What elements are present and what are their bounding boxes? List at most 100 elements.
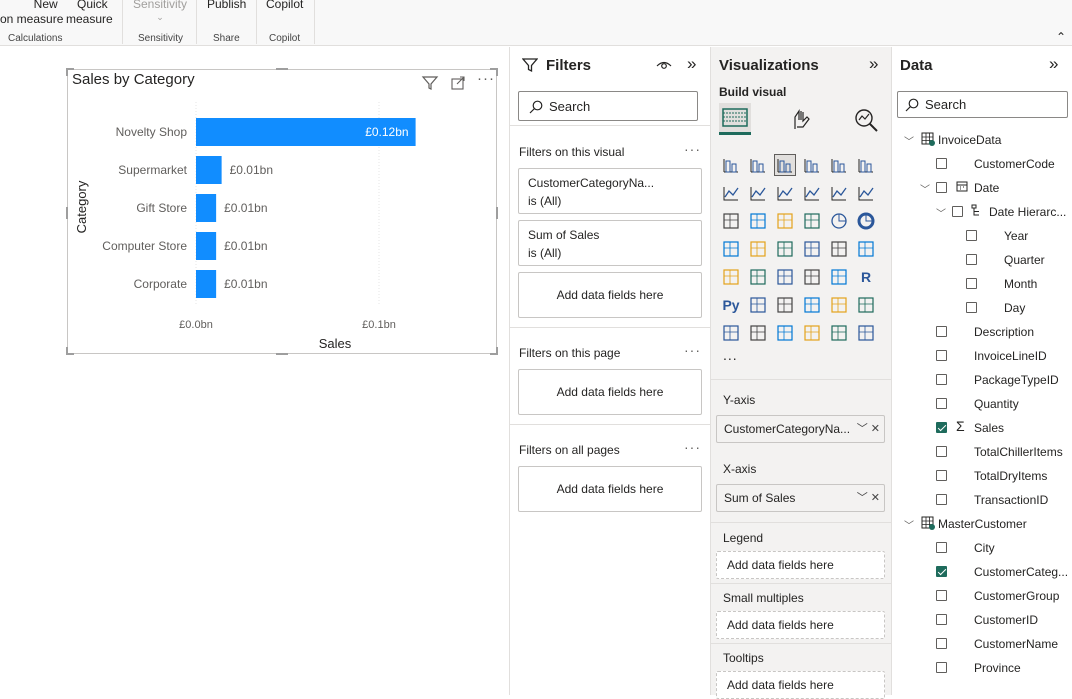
field-province[interactable]: Province <box>974 661 1021 675</box>
field-invoicelineid[interactable]: InvoiceLineID <box>974 349 1047 363</box>
remove-field-icon[interactable]: ✕ <box>871 423 880 435</box>
x-axis-field-well[interactable]: Sum of Sales ﹀ ✕ <box>716 484 885 512</box>
field-checkbox[interactable] <box>936 614 947 625</box>
field-sales[interactable]: Sales <box>974 421 1004 435</box>
filled-map-icon[interactable] <box>775 239 795 259</box>
decomposition-tree-icon[interactable] <box>775 295 795 315</box>
chevron-down-icon[interactable]: ﹀ <box>857 423 868 435</box>
chevron-down-icon[interactable]: ﹀ <box>936 205 946 220</box>
publish-button[interactable]: Publish <box>207 0 246 12</box>
build-visual-tab[interactable] <box>719 103 751 135</box>
narrative-icon[interactable] <box>829 295 849 315</box>
field-checkbox-checked[interactable] <box>936 422 947 433</box>
clustered-column-chart-icon[interactable] <box>802 155 822 175</box>
more-forms-icon[interactable] <box>856 323 876 343</box>
100-stacked-column-chart-icon[interactable] <box>856 155 876 175</box>
field-quarter[interactable]: Quarter <box>1004 253 1045 267</box>
field-checkbox[interactable] <box>936 398 947 409</box>
qa-icon[interactable] <box>802 295 822 315</box>
field-checkbox[interactable] <box>936 446 947 457</box>
ribbon-chart-icon[interactable] <box>721 211 741 231</box>
table-icon[interactable] <box>802 267 822 287</box>
power-automate-icon[interactable] <box>775 323 795 343</box>
field-checkbox[interactable] <box>966 230 977 241</box>
field-date-hierarchy[interactable]: Date Hierarc... <box>989 205 1066 219</box>
field-customerid[interactable]: CustomerID <box>974 613 1038 627</box>
funnel-chart-icon[interactable] <box>775 211 795 231</box>
filter-card[interactable]: Sum of Sales is (All) <box>518 220 702 266</box>
field-year[interactable]: Year <box>1004 229 1028 243</box>
field-checkbox[interactable] <box>936 182 947 193</box>
azure-map-icon[interactable] <box>802 239 822 259</box>
more-visuals-icon[interactable]: ... <box>723 347 738 363</box>
line-chart-icon[interactable] <box>721 183 741 203</box>
field-description[interactable]: Description <box>974 325 1034 339</box>
field-totalchilleritems[interactable]: TotalChillerItems <box>974 445 1063 459</box>
paginated-report-icon[interactable] <box>721 323 741 343</box>
field-city[interactable]: City <box>974 541 995 555</box>
matrix-icon[interactable] <box>829 267 849 287</box>
field-checkbox[interactable] <box>952 206 963 217</box>
filters-search-input[interactable]: Search <box>518 91 698 121</box>
card-icon[interactable] <box>856 239 876 259</box>
power-apps-icon[interactable] <box>748 323 768 343</box>
key-influencers-icon[interactable] <box>748 295 768 315</box>
table-mastercustomer[interactable]: MasterCustomer <box>938 517 1027 531</box>
100-stacked-area-chart-icon[interactable] <box>802 183 822 203</box>
waterfall-chart-icon[interactable] <box>748 211 768 231</box>
field-customercode[interactable]: CustomerCode <box>974 157 1055 171</box>
arcgis-map-icon[interactable] <box>802 323 822 343</box>
collapse-ribbon-icon[interactable]: ⌃ <box>1056 30 1066 44</box>
clustered-bar-chart-icon[interactable] <box>774 154 796 176</box>
100-stacked-bar-chart-icon[interactable] <box>829 155 849 175</box>
field-checkbox[interactable] <box>966 278 977 289</box>
new-measure-button[interactable]: New on measure <box>0 0 63 27</box>
add-data-fields-drop[interactable]: Add data fields here <box>518 272 702 318</box>
field-quantity[interactable]: Quantity <box>974 397 1019 411</box>
field-checkbox[interactable] <box>936 662 947 673</box>
small-multiples-drop-well[interactable]: Add data fields here <box>716 611 885 639</box>
field-checkbox[interactable] <box>966 302 977 313</box>
kpi-icon[interactable] <box>748 267 768 287</box>
scatter-chart-icon[interactable] <box>802 211 822 231</box>
chevron-down-icon[interactable]: ﹀ <box>904 133 914 148</box>
more-options-icon[interactable]: ··· <box>684 141 701 157</box>
map-icon[interactable] <box>748 239 768 259</box>
stacked-column-chart-icon[interactable] <box>748 155 768 175</box>
gauge-icon[interactable] <box>829 239 849 259</box>
r-visual-icon[interactable]: R <box>856 267 876 287</box>
y-axis-field-well[interactable]: CustomerCategoryNa... ﹀ ✕ <box>716 415 885 443</box>
more-options-icon[interactable]: ··· <box>684 439 701 455</box>
add-data-fields-drop[interactable]: Add data fields here <box>518 369 702 415</box>
slicer-icon[interactable] <box>775 267 795 287</box>
chevron-down-icon[interactable]: ﹀ <box>857 492 868 504</box>
donut-chart-icon[interactable] <box>856 211 876 231</box>
field-checkbox[interactable] <box>936 158 947 169</box>
field-transactionid[interactable]: TransactionID <box>974 493 1048 507</box>
table-invoicedata[interactable]: InvoiceData <box>938 133 1001 147</box>
more-options-icon[interactable]: ··· <box>684 342 701 358</box>
remove-field-icon[interactable]: ✕ <box>871 492 880 504</box>
filter-card[interactable]: CustomerCategoryNa... is (All) <box>518 168 702 214</box>
analytics-icon[interactable] <box>853 107 879 133</box>
multi-row-card-icon[interactable] <box>721 267 741 287</box>
field-checkbox[interactable] <box>936 374 947 385</box>
format-visual-icon[interactable] <box>789 107 815 133</box>
stacked-bar-chart-icon[interactable] <box>721 155 741 175</box>
field-date[interactable]: Date <box>974 181 999 195</box>
line-and-clustered-column-chart-icon[interactable] <box>856 183 876 203</box>
field-checkbox[interactable] <box>936 494 947 505</box>
field-totaldryitems[interactable]: TotalDryItems <box>974 469 1047 483</box>
collapse-visualizations-icon[interactable]: » <box>869 54 878 74</box>
power-automate-flow-icon[interactable] <box>829 323 849 343</box>
stacked-area-chart-icon[interactable] <box>775 183 795 203</box>
report-canvas[interactable]: Sales by Category ··· £0.0bn £0.1bn Novelt… <box>0 47 509 695</box>
goals-icon[interactable] <box>856 295 876 315</box>
pie-chart-icon[interactable] <box>829 211 849 231</box>
collapse-filters-icon[interactable]: » <box>687 54 696 74</box>
copilot-button[interactable]: Copilot <box>266 0 303 12</box>
bar-chart-visual[interactable]: Sales by Category ··· £0.0bn £0.1bn Novelt… <box>66 68 498 355</box>
field-customername[interactable]: CustomerName <box>974 637 1058 651</box>
field-customercategory[interactable]: CustomerCateg... <box>974 565 1068 579</box>
field-checkbox-checked[interactable] <box>936 566 947 577</box>
